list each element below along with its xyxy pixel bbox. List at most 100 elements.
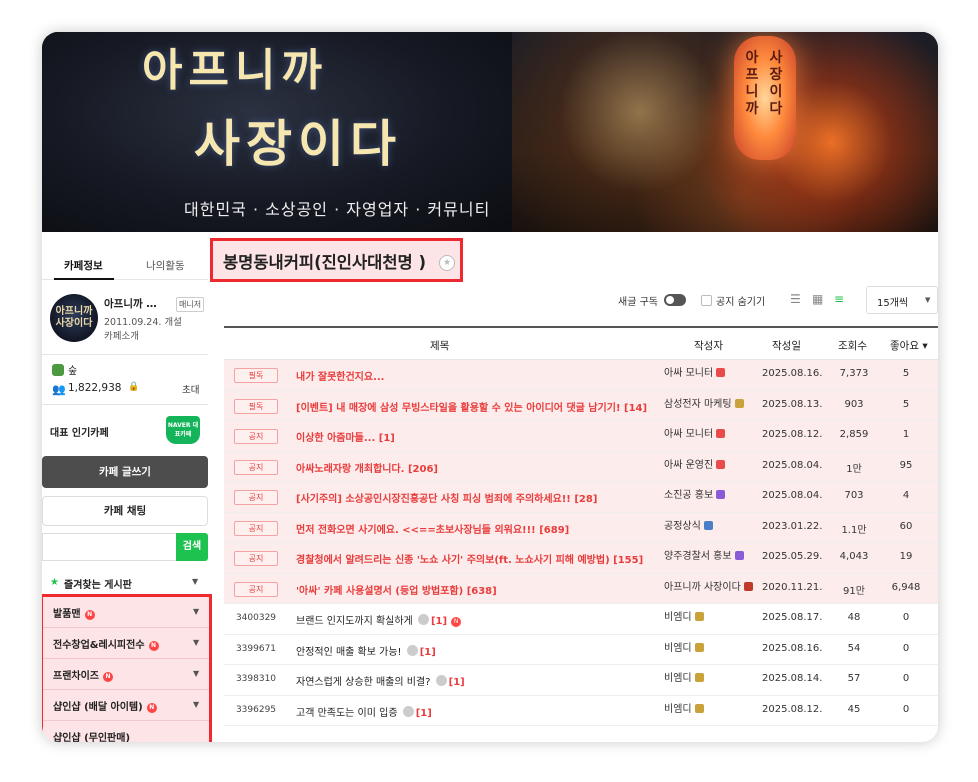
article-title-link[interactable]: 먼저 전화오면 사기에요. <<==초보사장님들 외워요!!! [689] [296, 521, 569, 536]
board-item-balpumman[interactable]: 발품맨 N ▼ [43, 597, 209, 628]
column-author: 작성자 [694, 340, 723, 352]
sidebar-divider [42, 354, 208, 355]
comment-count[interactable]: [1] [431, 616, 447, 627]
table-row[interactable]: 공지 먼저 전화오면 사기에요. <<==초보사장님들 외워요!!! [689] 공… [224, 512, 938, 543]
cafe-name[interactable]: 아프니까 … [104, 296, 157, 311]
table-row[interactable]: 3400329 브랜드 인지도까지 확실하게 [1] N 비엠디 2025.08.17.… [224, 604, 938, 635]
cafe-write-button[interactable]: 카페 글쓰기 [42, 456, 208, 488]
board-item-franchise[interactable]: 프랜차이즈 N ▼ [43, 659, 209, 690]
subscribe-toggle[interactable] [664, 294, 686, 306]
favorite-star-icon[interactable]: ★ [439, 255, 455, 271]
table-row[interactable]: 3399671 안정적인 매출 확보 가능! [1] 비엠디 2025.08.16. 5… [224, 635, 938, 665]
table-row[interactable]: 공지 이상한 아줌마들... [1] 아싸 모니터 2025.08.12. 2,859 1 [224, 421, 938, 452]
author-link[interactable]: 소진공 홍보 [664, 490, 726, 502]
per-page-select[interactable]: 15개씩 ▼ [866, 286, 938, 314]
board-item-startup-recipe[interactable]: 전수창업&레시피전수 N ▼ [43, 628, 209, 659]
article-title-link[interactable]: [사기주의] 소상공인시장진흥공단 사칭 피싱 범죄에 주의하세요!! [28] [296, 490, 597, 505]
toggle-knob [666, 296, 674, 304]
emoji-icon [406, 644, 418, 656]
board-title[interactable]: 봉명동내커피(진인사대천명 ) [223, 249, 426, 273]
favorite-boards-label: 즐겨찾는 게시판 [64, 580, 132, 591]
board-item-shop-in-shop-delivery[interactable]: 샵인샵 (배달 아이템) N ▼ [43, 690, 209, 721]
article-title-link[interactable]: 고객 만족도는 이미 입증 [1] [296, 704, 432, 719]
new-badge-icon: N [103, 672, 113, 682]
comment-count[interactable]: [1] [449, 677, 465, 688]
column-likes-sort[interactable]: 좋아요 ▾ [890, 338, 928, 353]
table-header: 제목 작성자 작성일 조회수 좋아요 ▾ [224, 326, 938, 360]
comment-count[interactable]: [1] [379, 433, 395, 444]
comment-count[interactable]: [1] [416, 708, 432, 719]
active-tab-underline [54, 278, 114, 280]
board-item-shop-in-shop-unmanned[interactable]: 샵인샵 (무인판매) [43, 721, 209, 742]
cafe-grade[interactable]: 숲 [68, 362, 77, 377]
board-label: 프랜차이즈 N [53, 667, 113, 682]
article-title-link[interactable]: 내가 잘못한건지요... [296, 368, 384, 383]
author-link[interactable]: 삼성전자 마케팅 [664, 398, 744, 411]
table-row[interactable]: 공지 경찰청에서 알려드리는 신종 '노쇼 사기' 주의보(ft. 노쇼사기 피해… [224, 543, 938, 574]
comment-count[interactable]: [14] [624, 403, 647, 414]
comment-count[interactable]: [1] [420, 647, 436, 658]
highlighted-board-list: 발품맨 N ▼ 전수창업&레시피전수 N ▼ 프랜차이즈 N ▼ 샵인샵 (배달 아이… [42, 594, 212, 742]
member-count[interactable]: 1,822,938 [68, 382, 121, 394]
author-link[interactable]: 비엠디 [664, 612, 704, 624]
cafe-search-input[interactable] [42, 533, 178, 561]
cafe-intro-link[interactable]: 카페소개 [104, 328, 139, 342]
table-row[interactable]: 필독 내가 잘못한건지요... 아싸 모니터 2025.08.16. 7,373 5 [224, 360, 938, 391]
article-title-link[interactable]: 이상한 아줌마들... [1] [296, 429, 395, 444]
hide-notices-checkbox[interactable] [701, 295, 712, 306]
author-link[interactable]: 아싸 모니터 [664, 368, 726, 380]
comment-count[interactable]: [28] [574, 494, 597, 505]
comment-count[interactable]: [638] [467, 586, 497, 597]
author-link[interactable]: 비엠디 [664, 703, 704, 716]
emoji-icon [402, 705, 414, 717]
author-link[interactable]: 양주경찰서 홍보 [664, 551, 744, 563]
table-row[interactable]: 공지 [사기주의] 소상공인시장진흥공단 사칭 피싱 범죄에 주의하세요!! [2… [224, 482, 938, 513]
hide-notices-label[interactable]: 공지 숨기기 [716, 293, 765, 308]
comment-count[interactable]: [689] [539, 525, 569, 536]
author-link[interactable]: 아프니까 사장이다 [664, 581, 753, 594]
article-date: 2025.08.17. [762, 612, 823, 623]
column-title: 제목 [430, 340, 450, 352]
emoji-icon [417, 614, 429, 625]
new-badge-icon: N [146, 703, 157, 713]
comment-count[interactable]: [155] [613, 555, 643, 566]
author-link[interactable]: 비엠디 [664, 642, 704, 655]
member-level-icon [703, 520, 713, 530]
table-row[interactable]: 필독 [이벤트] 내 매장에 삼성 무빙스타일을 활용할 수 있는 아이디어 댓글… [224, 390, 938, 421]
invite-link[interactable]: 초대 [182, 382, 199, 396]
cafe-banner[interactable]: 아프니까 사장이다 대한민국 · 소상공인 · 자영업자 · 커뮤니티 아프니까… [42, 32, 938, 232]
article-date: 2025.08.04. [762, 490, 823, 501]
cafe-chat-button[interactable]: 카페 채팅 [42, 496, 208, 526]
naver-representative-badge[interactable]: NAVER 대표카페 [166, 416, 200, 444]
table-row[interactable]: 공지 아싸노래자랑 개최합니다. [206] 아싸 운영진 2025.08.04. 1만… [224, 451, 938, 482]
list-toolbar: 새글 구독 공지 숨기기 ☰ ▦ ≡ 15개씩 ▼ [224, 286, 938, 318]
table-row[interactable]: 3398310 자연스럽게 상승한 매출의 비결? [1] 비엠디 2025.08.1… [224, 665, 938, 696]
table-row[interactable]: 3396295 고객 만족도는 이미 입증 [1] 비엠디 2025.08.12. 45… [224, 696, 938, 726]
article-title-link[interactable]: 브랜드 인지도까지 확실하게 [1] N [296, 612, 462, 627]
tab-my-activity[interactable]: 나의활동 [146, 258, 185, 273]
favorite-boards-header[interactable]: ★ 즐겨찾는 게시판 ▼ [42, 570, 208, 596]
author-link[interactable]: 아싸 모니터 [664, 429, 726, 441]
table-row[interactable]: 공지 '아싸' 카페 사용설명서 (등업 방법포함) [638] 아프니까 사장이다… [224, 573, 938, 604]
article-likes: 19 [899, 551, 913, 562]
article-title-link[interactable]: 아싸노래자랑 개최합니다. [206] [296, 460, 438, 475]
article-title-link[interactable]: 경찰청에서 알려드리는 신종 '노쇼 사기' 주의보(ft. 노쇼사기 피해 예… [296, 551, 643, 566]
article-title-link[interactable]: 안정적인 매출 확보 가능! [1] [296, 643, 436, 658]
author-link[interactable]: 공정상식 [664, 520, 713, 533]
author-name: 아프니까 사장이다 [664, 581, 741, 593]
comment-count[interactable]: [206] [408, 464, 438, 475]
search-button[interactable]: 검색 [176, 533, 208, 561]
list-view-icon[interactable]: ☰ [790, 292, 801, 306]
author-link[interactable]: 아싸 운영진 [664, 459, 726, 472]
article-title-link[interactable]: '아싸' 카페 사용설명서 (등업 방법포함) [638] [296, 582, 497, 597]
text-list-view-icon[interactable]: ≡ [834, 292, 844, 306]
author-link[interactable]: 비엠디 [664, 673, 704, 685]
article-title-link[interactable]: [이벤트] 내 매장에 삼성 무빙스타일을 활용할 수 있는 아이디어 댓글 남… [296, 399, 647, 414]
article-title-link[interactable]: 자연스럽게 상승한 매출의 비결? [1] [296, 673, 465, 688]
cafe-thumbnail[interactable]: 아프니까 사장이다 [50, 294, 98, 342]
grid-view-icon[interactable]: ▦ [812, 292, 823, 306]
chevron-down-icon: ▼ [193, 700, 200, 709]
article-likes: 4 [902, 490, 910, 501]
tab-cafe-info[interactable]: 카페정보 [64, 258, 103, 273]
article-title: 내가 잘못한건지요... [296, 372, 385, 383]
